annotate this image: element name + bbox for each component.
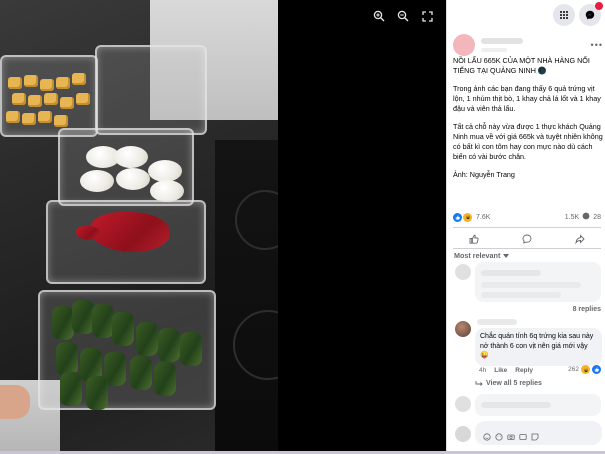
top-bar <box>553 2 603 26</box>
tofu-tray <box>0 55 98 137</box>
comment-sort-label: Most relevant <box>454 251 501 260</box>
author-avatar[interactable] <box>453 34 475 56</box>
comment-avatar[interactable] <box>455 396 471 412</box>
sticker-icon[interactable] <box>483 433 491 441</box>
photo-stove-ring <box>233 310 278 380</box>
comments-count[interactable]: 1.5K <box>565 214 579 221</box>
reaction-summary[interactable]: 7.6K <box>453 212 491 222</box>
share-icon <box>574 234 585 244</box>
post-title: NỒI LẨU 665K CỦA MỘT NHÀ HÀNG NỔI TIẾNG … <box>453 56 592 75</box>
chevron-down-icon <box>503 253 510 258</box>
comment-bubble-blurred <box>475 394 601 416</box>
haha-reaction-icon <box>581 365 590 374</box>
zoom-out-icon[interactable] <box>396 9 410 23</box>
fullscreen-icon[interactable] <box>420 9 434 23</box>
comment-reactions[interactable]: 262 <box>568 365 601 374</box>
photo-stove-ring <box>235 190 278 250</box>
reply-arrow-icon <box>475 380 483 386</box>
messenger-icon <box>585 10 595 20</box>
photo-foot <box>0 385 30 419</box>
post-credit: Ảnh: Nguyễn Trang <box>453 170 515 179</box>
view-all-replies-label: View all 5 replies <box>486 380 542 387</box>
zoom-in-icon[interactable] <box>372 9 386 23</box>
comment-time[interactable]: 4h <box>479 367 486 374</box>
beef-tray <box>46 200 206 284</box>
thumbs-up-icon <box>469 234 479 244</box>
engagement-counts: 1.5K 28 <box>565 212 601 222</box>
notification-badge <box>595 2 603 10</box>
comment-meta: 4h Like Reply <box>479 367 533 374</box>
comment-avatar[interactable] <box>455 264 471 280</box>
post-photo[interactable] <box>0 0 278 454</box>
commenter-avatar[interactable] <box>455 321 471 337</box>
like-reaction-icon <box>453 212 462 222</box>
la-lot-tray <box>38 290 216 410</box>
emoji-icon[interactable] <box>495 433 503 441</box>
messenger-button[interactable] <box>579 2 603 26</box>
comment-composer[interactable] <box>475 421 602 445</box>
egg-tray <box>58 128 194 206</box>
post-actions <box>447 232 605 246</box>
comment-icon <box>522 234 531 244</box>
like-button[interactable] <box>459 232 489 246</box>
gif-icon[interactable] <box>519 433 527 441</box>
photo-viewer <box>0 0 446 454</box>
comment-reply-button[interactable]: Reply <box>515 367 533 374</box>
viewer-toolbar <box>372 9 434 23</box>
haha-reaction-icon <box>463 212 472 222</box>
post-author[interactable] <box>453 34 603 56</box>
post-text: NỒI LẨU 665K CỦA MỘT NHÀ HÀNG NỔI TIẾNG … <box>453 56 605 188</box>
post-panel: ••• NỒI LẨU 665K CỦA MỘT NHÀ HÀNG NỔI TI… <box>446 0 605 454</box>
post-paragraph: Tất cả chỗ này vừa được 1 thực khách Quả… <box>453 122 605 161</box>
commenter-name-blurred <box>477 319 517 325</box>
comment-bubble: Chắc quán tính 6q trứng kia sau này nở t… <box>475 328 602 366</box>
share-button[interactable] <box>565 232 595 246</box>
menu-grid-button[interactable] <box>553 4 575 26</box>
view-all-replies-link[interactable]: View all 5 replies <box>475 380 542 387</box>
grid-icon <box>560 11 568 19</box>
reactions-count: 7.6K <box>476 213 491 221</box>
comment-sort-dropdown[interactable]: Most relevant <box>454 251 510 260</box>
sticker-face-icon[interactable] <box>531 433 539 441</box>
empty-tray <box>95 45 207 135</box>
photo-stove <box>215 140 278 454</box>
comment-bubble-blurred <box>475 262 601 302</box>
post-stats: 7.6K 1.5K 28 <box>453 212 601 222</box>
author-info-blurred <box>481 38 523 52</box>
comment-text: Chắc quán tính 6q trứng kia sau này nở t… <box>480 333 594 359</box>
comment-count-icon <box>582 212 590 222</box>
like-reaction-icon <box>592 365 601 374</box>
divider <box>453 227 601 228</box>
post-paragraph: Trong ảnh các bạn đang thấy 6 quả trứng … <box>453 84 603 113</box>
camera-icon[interactable] <box>507 433 515 441</box>
post-options-icon[interactable]: ••• <box>591 40 603 50</box>
comment-button[interactable] <box>512 232 542 246</box>
current-user-avatar <box>455 426 471 442</box>
shares-count[interactable]: 28 <box>593 214 601 221</box>
comment-reaction-count: 262 <box>568 366 579 373</box>
divider <box>453 248 601 249</box>
comment-like-button[interactable]: Like <box>494 367 507 374</box>
view-replies-link[interactable]: 8 replies <box>573 306 601 313</box>
